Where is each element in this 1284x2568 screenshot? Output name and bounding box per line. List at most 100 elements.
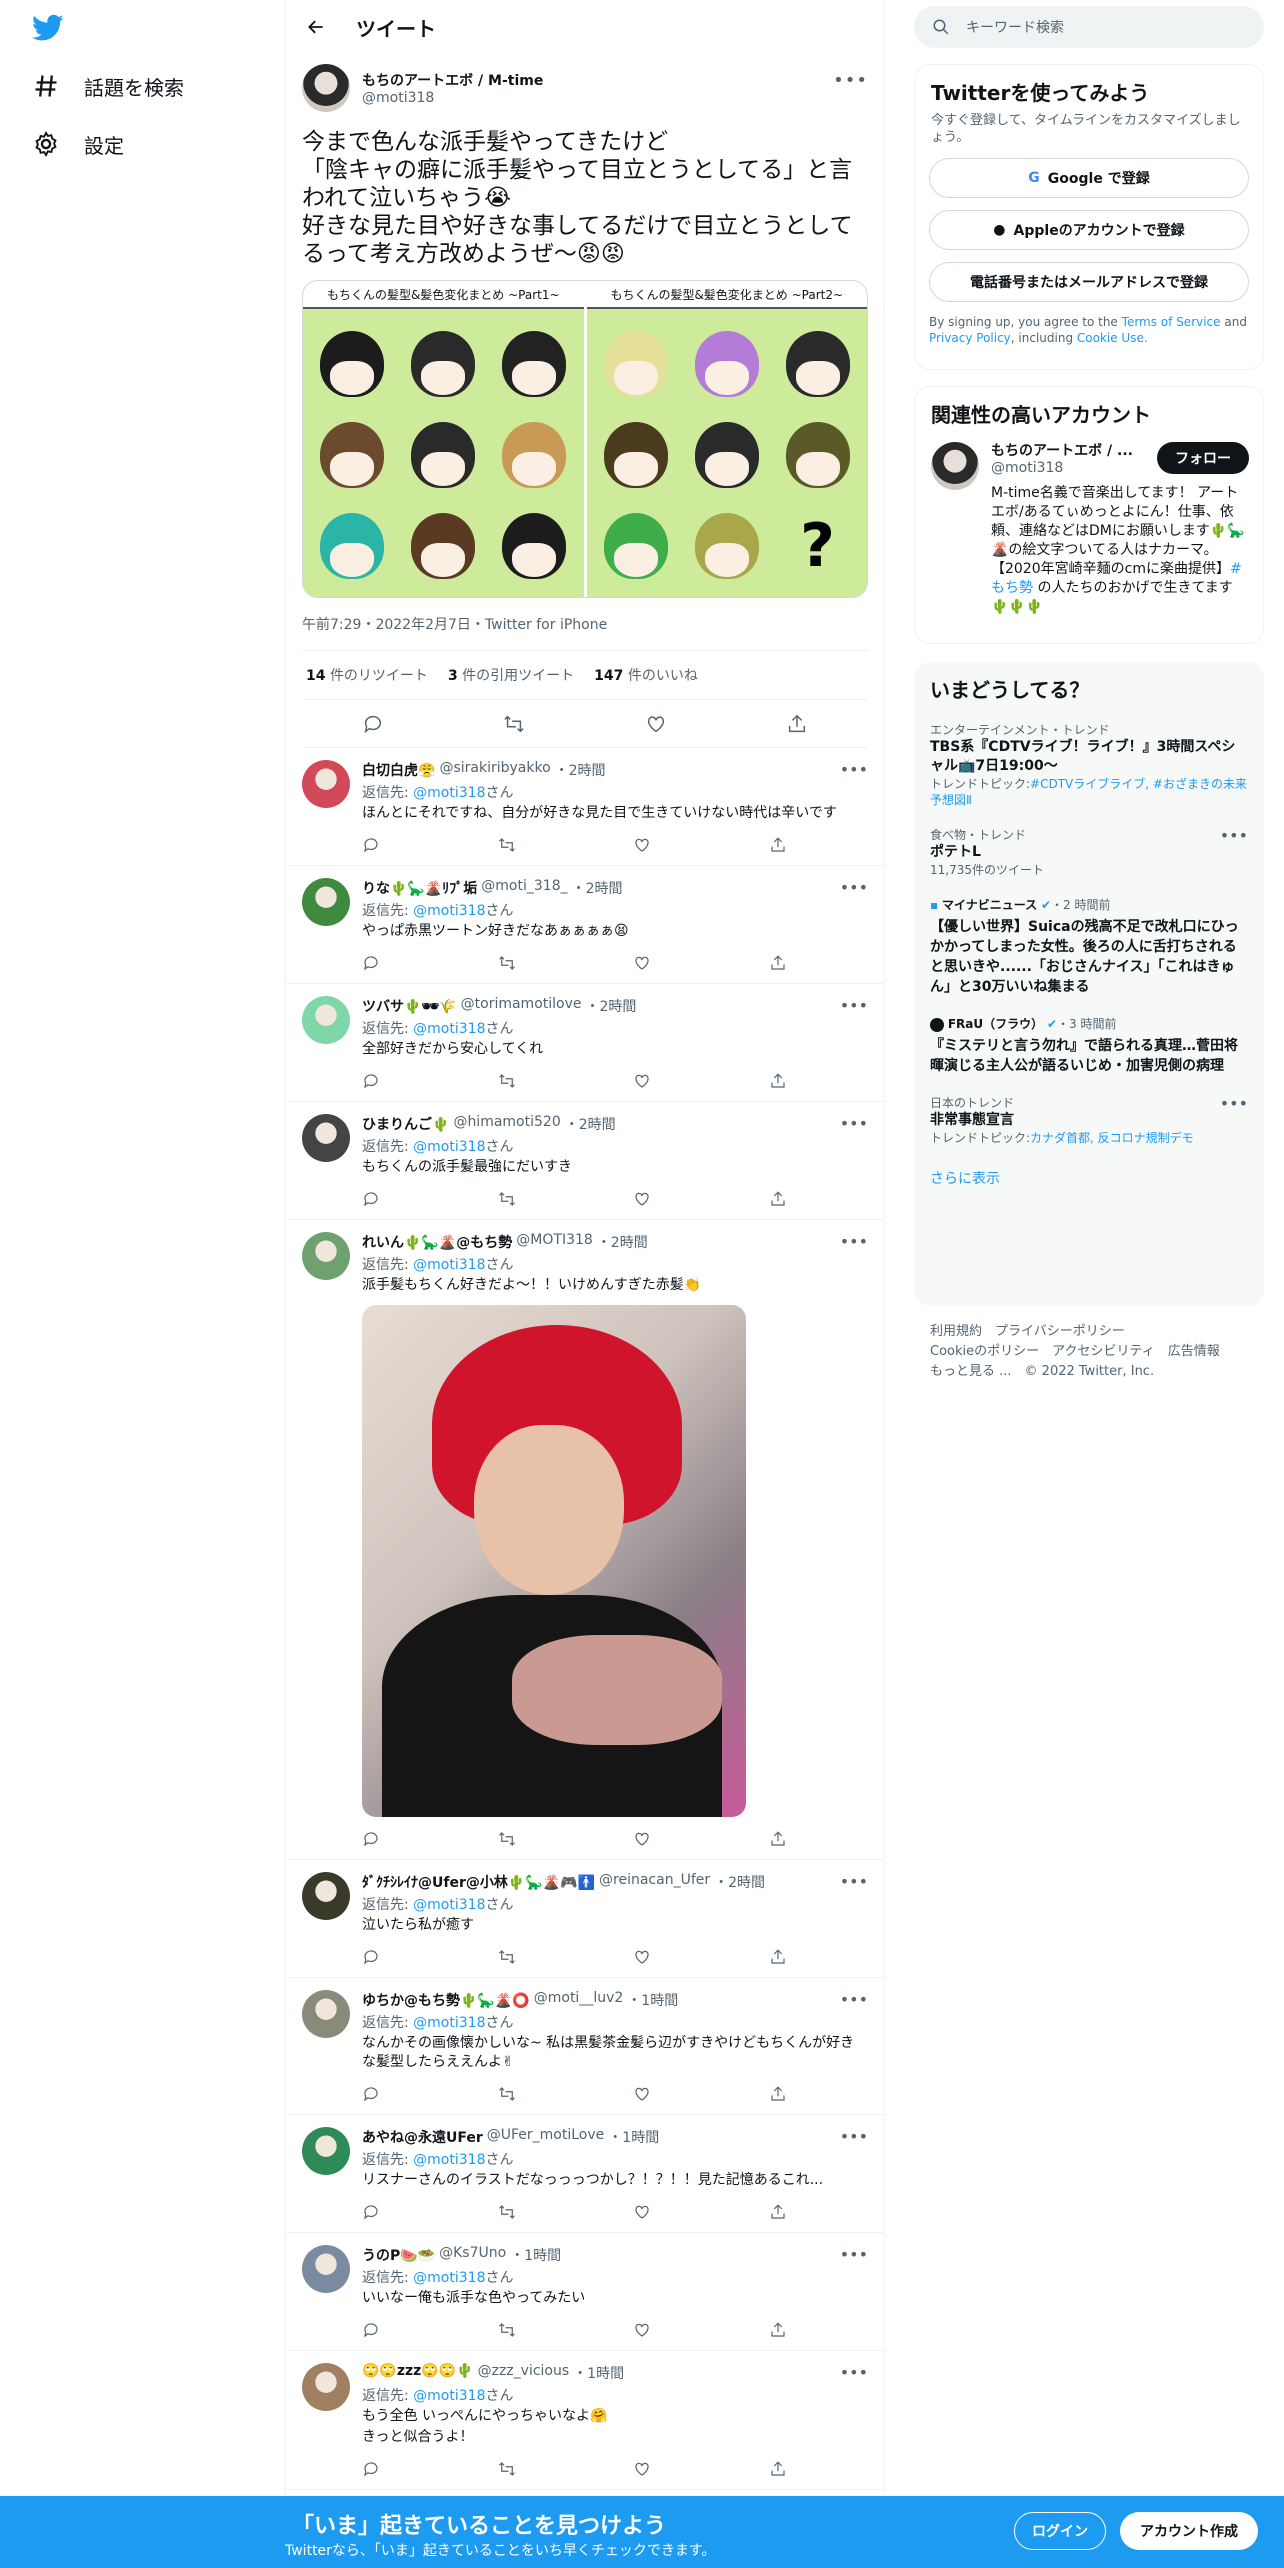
avatar[interactable] <box>302 878 350 926</box>
reply-time[interactable]: ・1時間 <box>627 1990 678 2010</box>
cookie-link[interactable]: Cookie Use. <box>1077 331 1148 345</box>
avatar[interactable] <box>302 64 350 112</box>
relevant-account[interactable]: もちのアートエボ / ... @moti318 フォロー M-time名義で音楽… <box>915 428 1263 648</box>
share-icon[interactable] <box>769 2203 787 2221</box>
more-icon[interactable]: ••• <box>833 70 868 91</box>
share-icon[interactable] <box>769 1072 787 1090</box>
reply-photo[interactable] <box>362 1305 746 1817</box>
nav-explore[interactable]: 話題を検索 <box>32 66 184 106</box>
reply-display-name[interactable]: あやね@永遠UFer <box>362 2127 483 2147</box>
reply-tweet[interactable]: ••• ﾀﾞｸﾁｼﾚｲﾅ@Ufer@小林🌵🦕🌋🎮🚹 @reinacan_Ufer ・2… <box>286 1860 884 1978</box>
retweet-icon[interactable] <box>498 2460 516 2478</box>
reply-username[interactable]: @moti__luv2 <box>534 1990 624 2010</box>
reply-display-name[interactable]: ツバサ🌵🕶🌾 <box>362 996 457 1016</box>
avatar[interactable] <box>302 2245 350 2293</box>
search-box[interactable]: キーワード検索 <box>914 6 1264 48</box>
avatar[interactable] <box>931 442 979 490</box>
author-username[interactable]: @moti318 <box>362 90 543 106</box>
back-button[interactable] <box>302 13 330 41</box>
avatar[interactable] <box>302 760 350 808</box>
relevant-username[interactable]: @moti318 <box>991 460 1063 476</box>
more-icon[interactable]: ••• <box>840 996 868 1015</box>
trend-item[interactable]: 食べ物・トレンド ポテトL 11,735件のツイート ••• <box>914 826 1264 878</box>
avatar[interactable] <box>302 2127 350 2175</box>
tweet-timestamp[interactable]: 午前7:29・2022年2月7日・Twitter for iPhone <box>302 614 868 634</box>
quotes-stat[interactable]: 3 件の引用ツイート <box>448 665 574 685</box>
phone-signup-button[interactable]: 電話番号またはメールアドレスで登録 <box>929 262 1249 302</box>
more-icon[interactable]: ••• <box>1220 826 1248 845</box>
show-more-link[interactable]: さらに表示 <box>914 1168 1264 1188</box>
retweet-icon[interactable] <box>498 1830 516 1848</box>
reply-to-link[interactable]: @moti318 <box>413 1139 485 1155</box>
reply-time[interactable]: ・2時間 <box>586 996 637 1016</box>
share-icon[interactable] <box>769 1830 787 1848</box>
reply-username[interactable]: @himamoti520 <box>453 1114 560 1134</box>
retweet-icon[interactable] <box>498 2321 516 2339</box>
reply-to-link[interactable]: @moti318 <box>413 903 485 919</box>
more-icon[interactable]: ••• <box>840 2127 868 2146</box>
reply-tweet[interactable]: ••• れいん🌵🦕🌋@もち勢 @MOTI318 ・2時間 返信先: @moti318さん… <box>286 1220 884 1860</box>
avatar[interactable] <box>302 1232 350 1280</box>
reply-icon[interactable] <box>362 2203 380 2221</box>
reply-to-link[interactable]: @moti318 <box>413 1257 485 1273</box>
reply-username[interactable]: @Ks7Uno <box>439 2245 506 2265</box>
footer-accessibility-link[interactable]: アクセシビリティ <box>1052 1344 1155 1359</box>
retweet-icon[interactable] <box>498 1948 516 1966</box>
like-icon[interactable] <box>633 1830 651 1848</box>
like-icon[interactable] <box>633 2085 651 2103</box>
more-icon[interactable]: ••• <box>840 2363 868 2382</box>
reply-icon[interactable] <box>362 713 384 735</box>
reply-to-link[interactable]: @moti318 <box>413 1897 485 1913</box>
retweets-stat[interactable]: 14 件のリツイート <box>306 665 428 685</box>
reply-tweet[interactable]: ••• 白切白虎😤 @sirakiribyakko ・2時間 返信先: @moti318… <box>286 748 884 866</box>
reply-tweet[interactable]: ••• ゆちか@もち勢🌵🦕🌋⭕ @moti__luv2 ・1時間 返信先: @moti3… <box>286 1978 884 2115</box>
reply-time[interactable]: ・2時間 <box>714 1872 765 1892</box>
footer-ads-link[interactable]: 広告情報 <box>1168 1344 1220 1359</box>
reply-icon[interactable] <box>362 1072 380 1090</box>
more-icon[interactable]: ••• <box>840 1114 868 1133</box>
more-icon[interactable]: ••• <box>1220 1094 1248 1113</box>
signup-button[interactable]: アカウント作成 <box>1120 2512 1258 2550</box>
reply-icon[interactable] <box>362 2321 380 2339</box>
trend-item[interactable]: エンターテインメント・トレンド TBS系『CDTVライブ！ライブ！』3時間スペシ… <box>914 721 1264 808</box>
login-button[interactable]: ログイン <box>1014 2512 1106 2550</box>
more-icon[interactable]: ••• <box>840 2245 868 2264</box>
share-icon[interactable] <box>769 1190 787 1208</box>
news-item[interactable]: FRaU（フラウ） ✔・3 時間前 『ミステリと言う勿れ』で語られる真理…菅田将… <box>914 1015 1264 1076</box>
share-icon[interactable] <box>769 1948 787 1966</box>
reply-username[interactable]: @zzz_vicious <box>478 2363 570 2383</box>
reply-tweet[interactable]: ••• うのP🍉🥗 @Ks7Uno ・1時間 返信先: @moti318さん いいなー俺も… <box>286 2233 884 2351</box>
reply-time[interactable]: ・2時間 <box>565 1114 616 1134</box>
like-icon[interactable] <box>645 713 667 735</box>
reply-display-name[interactable]: りな🌵🦕🌋ﾘﾌﾟ垢 <box>362 878 477 898</box>
avatar[interactable] <box>302 1990 350 2038</box>
retweet-icon[interactable] <box>498 2203 516 2221</box>
share-icon[interactable] <box>769 2460 787 2478</box>
reply-icon[interactable] <box>362 2085 380 2103</box>
tweet-media[interactable]: もちくんの髪型&髪色変化まとめ ~Part1~ もちくんの髪型&髪色変化まとめ … <box>302 280 868 598</box>
avatar[interactable] <box>302 996 350 1044</box>
like-icon[interactable] <box>633 1190 651 1208</box>
reply-time[interactable]: ・1時間 <box>573 2363 624 2383</box>
google-signup-button[interactable]: G Google で登録 <box>929 158 1249 198</box>
retweet-icon[interactable] <box>498 1072 516 1090</box>
share-icon[interactable] <box>769 954 787 972</box>
reply-icon[interactable] <box>362 836 380 854</box>
author-display-name[interactable]: もちのアートエボ / M-time <box>362 70 543 90</box>
like-icon[interactable] <box>633 836 651 854</box>
reply-display-name[interactable]: 白切白虎😤 <box>362 760 435 780</box>
reply-to-link[interactable]: @moti318 <box>413 2388 485 2404</box>
retweet-icon[interactable] <box>498 954 516 972</box>
reply-icon[interactable] <box>362 1948 380 1966</box>
retweet-icon[interactable] <box>498 1190 516 1208</box>
reply-display-name[interactable]: 🙄🙄zzz🙄🙄🌵 <box>362 2363 474 2383</box>
reply-display-name[interactable]: ゆちか@もち勢🌵🦕🌋⭕ <box>362 1990 530 2010</box>
reply-display-name[interactable]: れいん🌵🦕🌋@もち勢 <box>362 1232 512 1252</box>
reply-tweet[interactable]: ••• ひまりんご🌵 @himamoti520 ・2時間 返信先: @moti318さん… <box>286 1102 884 1220</box>
reply-icon[interactable] <box>362 1830 380 1848</box>
reply-icon[interactable] <box>362 954 380 972</box>
reply-to-link[interactable]: @moti318 <box>413 2015 485 2031</box>
like-icon[interactable] <box>633 954 651 972</box>
privacy-link[interactable]: Privacy Policy <box>929 331 1011 345</box>
reply-username[interactable]: @moti_318_ <box>481 878 567 898</box>
